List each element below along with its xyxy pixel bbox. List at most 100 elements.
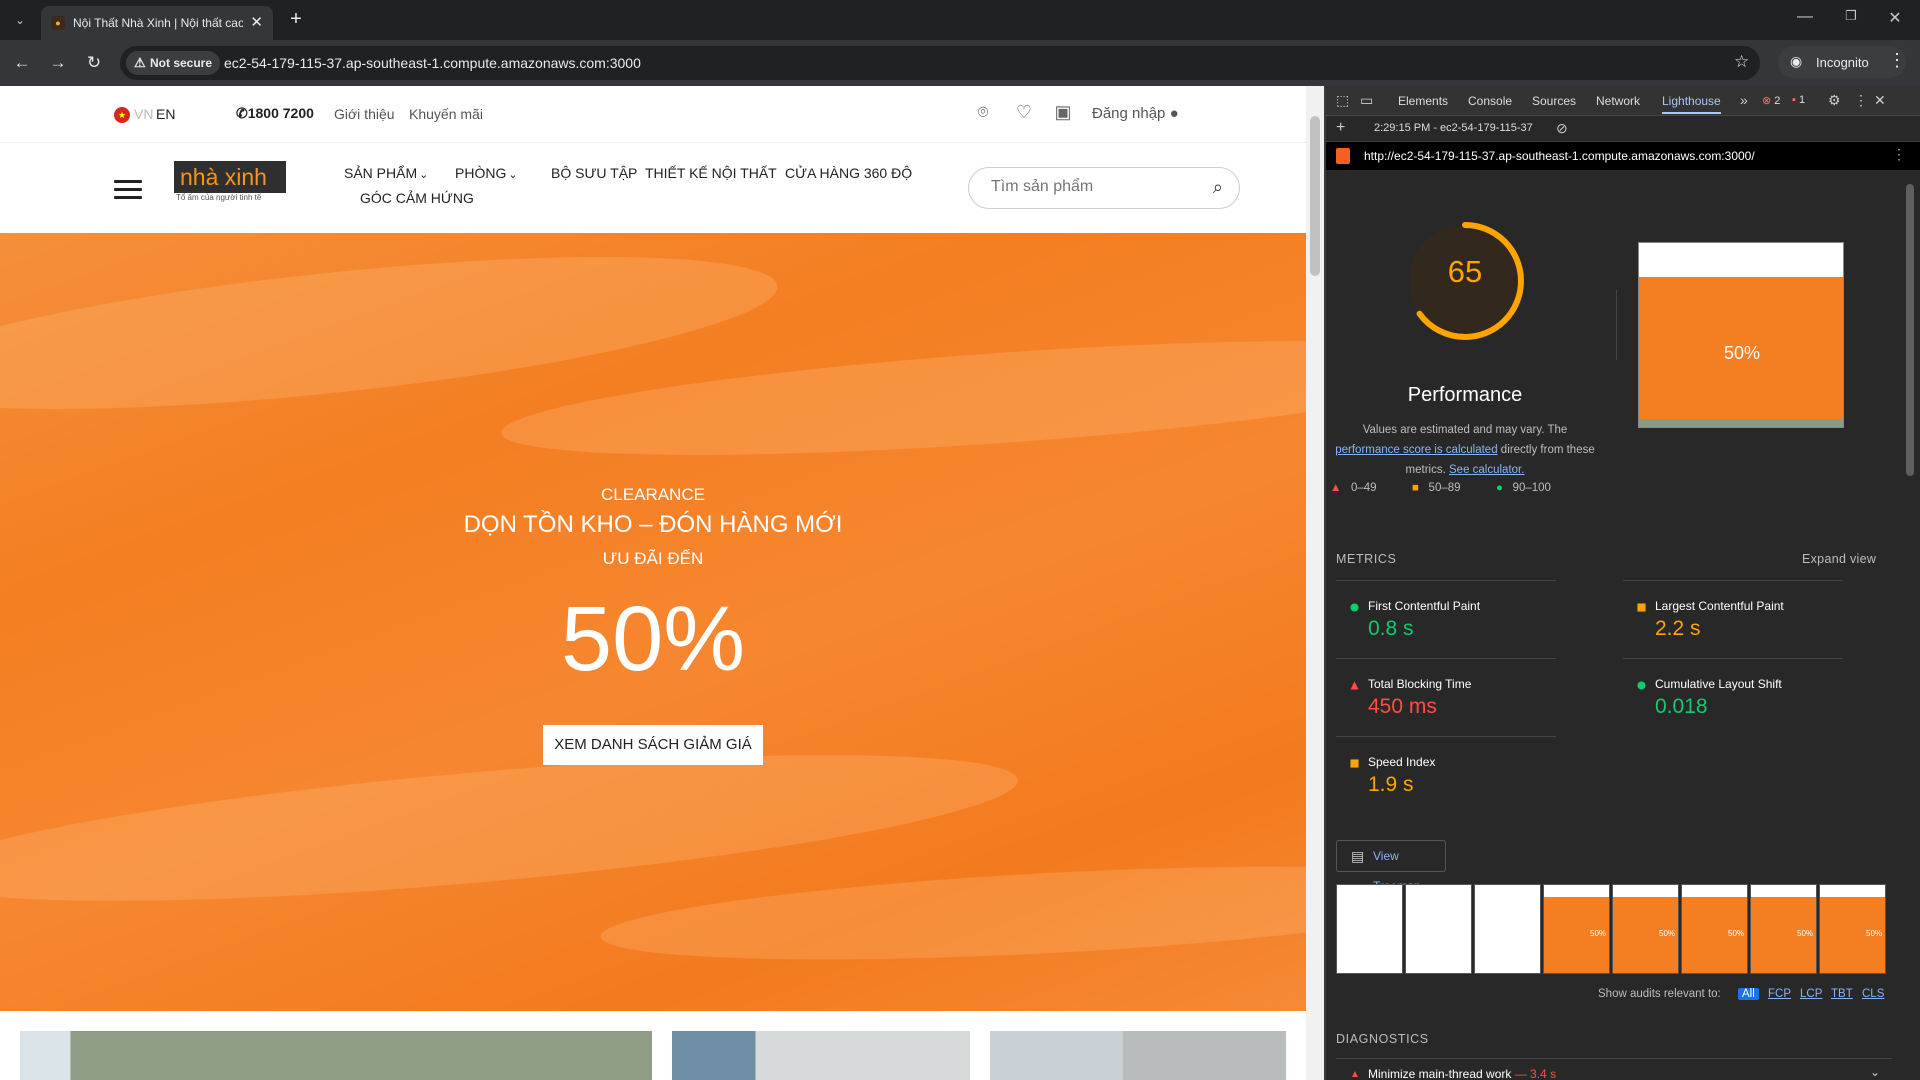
error-count-badge[interactable]: ⊗ 2 [1762, 94, 1780, 107]
lang-vn-link[interactable]: VN [134, 106, 153, 122]
back-icon[interactable]: ← [10, 51, 34, 75]
warning-count-badge[interactable]: ▪ 1 [1792, 94, 1805, 106]
lighthouse-icon [1336, 148, 1350, 164]
hamburger-menu-icon[interactable] [114, 180, 142, 200]
tab-search-icon[interactable]: ⌄ [8, 8, 32, 32]
site-search[interactable]: ⌕ [968, 167, 1240, 209]
devtools-scrollbar[interactable] [1904, 178, 1916, 1078]
audit-filter-all[interactable]: All [1738, 988, 1759, 1000]
legend-average: ■ 50–89 [1412, 482, 1461, 494]
more-tabs-icon[interactable]: » [1740, 92, 1748, 108]
incognito-badge[interactable]: ◉ Incognito [1778, 46, 1906, 78]
devtools-menu-icon[interactable]: ⋮ [1854, 92, 1868, 109]
inspect-element-icon[interactable]: ⬚ [1336, 92, 1349, 109]
tab-console[interactable]: Console [1468, 94, 1512, 108]
address-bar[interactable]: ⚠ Not secure ec2-54-179-115-37.ap-southea… [120, 46, 1760, 80]
settings-gear-icon[interactable]: ⚙ [1828, 92, 1841, 109]
metric-tbt: Total Blocking Time 450 ms [1336, 658, 1556, 722]
final-screenshot[interactable]: 50% [1638, 242, 1844, 428]
heart-icon[interactable]: ♡ [1013, 102, 1035, 126]
tab-sources[interactable]: Sources [1532, 94, 1576, 108]
nav-interior-design[interactable]: THIẾT KẾ NỘI THẤT [645, 165, 777, 181]
tab-elements[interactable]: Elements [1398, 94, 1448, 108]
issue-icon: ▪ [1792, 94, 1796, 106]
legend-poor: ▲ 0–49 [1330, 482, 1377, 494]
metric-cls: Cumulative Layout Shift 0.018 [1623, 658, 1843, 722]
new-report-icon[interactable]: + [1336, 119, 1345, 137]
security-chip[interactable]: ⚠ Not secure [126, 51, 221, 75]
new-tab-button[interactable]: + [284, 8, 308, 31]
chevron-down-icon: ⌄ [1869, 1065, 1880, 1079]
browser-toolbar: ← → ↻ ⚠ Not secure ec2-54-179-115-37.ap-s… [0, 40, 1920, 86]
favicon-icon: ● [51, 16, 65, 30]
bookmark-star-icon[interactable]: ☆ [1734, 52, 1749, 72]
hero-discount: 50% [560, 588, 746, 690]
category-image[interactable] [20, 1031, 652, 1080]
audit-filter-tbt[interactable]: TBT [1831, 988, 1853, 1000]
report-selector[interactable]: 2:29:15 PM - ec2-54-179-115-37 [1374, 122, 1554, 134]
nav-inspiration[interactable]: GÓC CẢM HỨNG [360, 190, 474, 206]
search-icon[interactable]: ⌕ [1213, 177, 1223, 198]
vietnam-flag-icon: ★ [114, 107, 130, 123]
close-devtools-icon[interactable]: ✕ [1874, 92, 1886, 109]
about-link[interactable]: Giới thiệu [334, 106, 395, 122]
report-menu-icon[interactable]: ⋮ [1892, 146, 1906, 163]
audit-filter-cls[interactable]: CLS [1862, 988, 1884, 1000]
view-treemap-button[interactable]: ▤View Treemap [1336, 840, 1446, 893]
lighthouse-toolbar: + 2:29:15 PM - ec2-54-179-115-37 ⊘ [1326, 116, 1920, 142]
promotions-link[interactable]: Khuyến mãi [409, 106, 483, 122]
phone-number[interactable]: ✆1800 7200 [236, 105, 314, 122]
reload-icon[interactable]: ↻ [82, 51, 106, 75]
nav-rooms[interactable]: PHÒNG ⌄ [455, 165, 518, 181]
view-sale-list-button[interactable]: XEM DANH SÁCH GIẢM GIÁ [543, 725, 763, 765]
chevron-down-icon: ⌄ [508, 169, 518, 181]
incognito-icon: ◉ [1790, 53, 1803, 69]
report-url-bar: http://ec2-54-179-115-37.ap-southeast-1.… [1326, 142, 1920, 170]
tab-strip: ⌄ ● Nội Thất Nhà Xinh | Nội thất cao cấp… [0, 0, 1920, 40]
tab-lighthouse[interactable]: Lighthouse [1662, 94, 1721, 114]
nav-collections[interactable]: BỘ SƯU TẬP [551, 165, 637, 181]
filmstrip-frame [1750, 884, 1817, 974]
page-scrollbar[interactable] [1306, 86, 1324, 1080]
metric-speed-index: Speed Index 1.9 s [1336, 736, 1556, 800]
category-thumbnails [0, 1011, 1306, 1080]
restore-icon[interactable]: ❐ [1836, 8, 1866, 24]
see-calculator-link[interactable]: See calculator. [1449, 464, 1524, 476]
category-image[interactable] [990, 1031, 1286, 1080]
report-url[interactable]: http://ec2-54-179-115-37.ap-southeast-1.… [1364, 149, 1755, 163]
hero-eyebrow: CLEARANCE [601, 485, 705, 504]
logo-text: nhà xinh [174, 161, 286, 193]
performance-gauge: 65 [1404, 220, 1526, 342]
shopping-bag-icon[interactable]: ▣ [1052, 102, 1074, 126]
device-toolbar-icon[interactable]: ▭ [1360, 92, 1373, 109]
forward-icon[interactable]: → [46, 51, 70, 75]
performance-score: 65 [1447, 254, 1483, 289]
browser-menu-icon[interactable]: ⋮ [1888, 50, 1906, 71]
filmstrip-frame [1681, 884, 1748, 974]
category-image[interactable] [672, 1031, 970, 1080]
audit-filter-fcp[interactable]: FCP [1768, 988, 1791, 1000]
nav-store-360[interactable]: CỬA HÀNG 360 ĐỘ [785, 165, 912, 181]
search-input[interactable] [991, 178, 1191, 196]
browser-tab[interactable]: ● Nội Thất Nhà Xinh | Nội thất cao cấp ✕ [41, 6, 273, 40]
window-close-icon[interactable]: ✕ [1880, 8, 1910, 28]
audit-filter-lcp[interactable]: LCP [1800, 988, 1822, 1000]
audit-row[interactable]: ▲ Minimize main-thread work — 3.4 s ⌄ [1336, 1058, 1892, 1080]
url-text[interactable]: ec2-54-179-115-37.ap-southeast-1.compute… [224, 55, 641, 71]
login-link[interactable]: Đăng nhập ● [1092, 105, 1179, 122]
score-calculated-link[interactable]: performance score is calculated [1335, 444, 1497, 456]
tab-network[interactable]: Network [1596, 94, 1640, 108]
lang-en-link[interactable]: EN [156, 106, 175, 122]
diagnostics-heading: DIAGNOSTICS [1336, 1032, 1429, 1046]
minimize-icon[interactable]: — [1790, 8, 1820, 26]
nav-products[interactable]: SẢN PHẨM ⌄ [344, 165, 428, 181]
site-logo[interactable]: nhà xinh Tổ ấm của người tinh tế [174, 161, 286, 205]
location-pin-icon[interactable]: ⌾ [972, 102, 994, 126]
expand-view-toggle[interactable]: Expand view [1802, 552, 1876, 566]
clear-reports-icon[interactable]: ⊘ [1556, 120, 1568, 137]
good-circle-icon: ● [1496, 482, 1503, 494]
filmstrip-frame [1543, 884, 1610, 974]
filmstrip-frame [1405, 884, 1472, 974]
close-tab-icon[interactable]: ✕ [250, 13, 263, 31]
poor-triangle-icon [1350, 681, 1359, 690]
